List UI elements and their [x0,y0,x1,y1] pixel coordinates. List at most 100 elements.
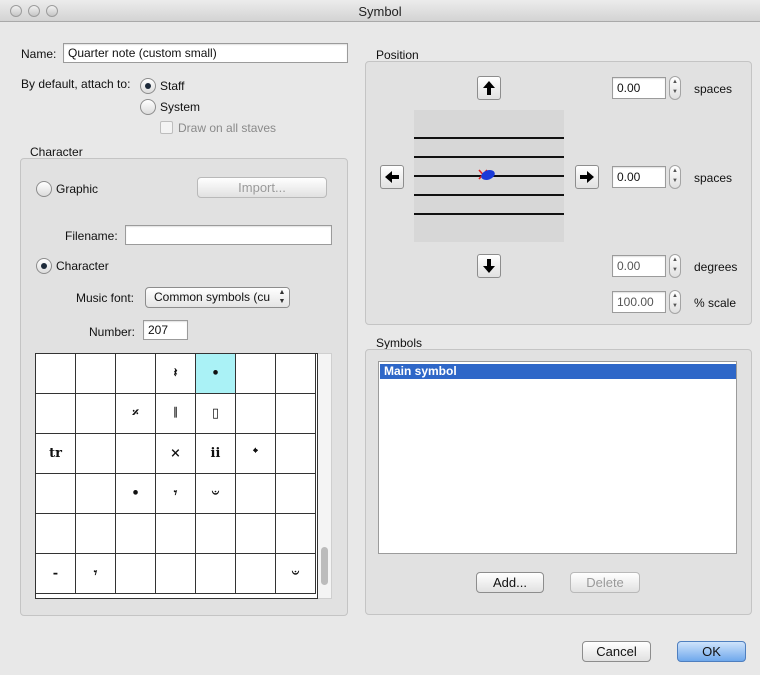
character-grid-cell[interactable]: 𝄁 [156,394,196,434]
character-grid-cell[interactable] [276,434,316,474]
character-grid-cell[interactable] [236,354,276,394]
music-font-select[interactable]: Common symbols (cu ▲ ▼ [145,287,290,308]
position-preview-staff [414,110,564,242]
add-symbol-button[interactable]: Add... [476,572,544,593]
character-grid-cell[interactable] [196,514,236,554]
attach-staff-label[interactable]: Staff [160,79,184,93]
character-grid-cell[interactable]: ▯ [196,394,236,434]
music-font-label: Music font: [76,291,135,305]
attach-to-label: By default, attach to: [21,77,131,91]
character-grid-cell[interactable]: • [116,474,156,514]
character-grid-cell[interactable] [236,394,276,434]
preview-symbol-icon [478,169,495,180]
graphic-label[interactable]: Graphic [56,182,98,196]
character-grid-cell[interactable] [276,354,316,394]
symbols-group-title: Symbols [376,336,423,350]
character-grid-cell[interactable] [276,394,316,434]
rotation-unit: degrees [694,260,738,274]
character-grid-cell[interactable] [76,514,116,554]
down-arrow-icon [483,259,495,273]
attach-staff-radio[interactable] [140,78,156,94]
character-grid-cell[interactable] [76,394,116,434]
character-grid-cell[interactable] [116,354,156,394]
select-arrows-icon: ▲ ▼ [275,288,289,307]
rotation-stepper[interactable]: ▲ ▼ [669,254,681,278]
character-grid-cell[interactable]: × [156,434,196,474]
character-grid-cell[interactable]: • [196,354,236,394]
character-grid-cell[interactable] [36,394,76,434]
left-arrow-icon [385,171,399,183]
import-button[interactable]: Import... [197,177,327,198]
number-label: Number: [89,325,136,339]
x-offset-input[interactable] [612,166,666,188]
move-right-button[interactable] [575,165,599,189]
staff-line [414,156,564,158]
x-offset-unit: spaces [694,171,733,185]
character-radio[interactable] [36,258,52,274]
character-grid-cell[interactable]: 𝄑 [196,474,236,514]
character-grid-cell[interactable] [276,514,316,554]
rotation-input[interactable] [612,255,666,277]
character-grid-cell[interactable] [116,434,156,474]
character-grid-cell[interactable] [36,474,76,514]
list-item[interactable]: Main symbol [380,364,736,379]
character-grid-scrollbar[interactable] [318,353,332,599]
character-grid-cell[interactable]: 𝄑 [276,554,316,594]
character-grid-cell[interactable] [76,434,116,474]
y-offset-input[interactable] [612,77,666,99]
draw-on-all-staves-label: Draw on all staves [178,121,277,135]
move-up-button[interactable] [477,76,501,100]
character-grid-cell[interactable]: 𝄾 [76,554,116,594]
name-label: Name: [21,47,57,61]
title-bar: Symbol [0,0,760,22]
cancel-button[interactable]: Cancel [582,641,651,662]
character-grid[interactable]: 𝄽 • 𝄎 𝄁 ▯ tr × ⅱ 𝄌 • 𝄾 𝄑 - 𝄾 𝄑 [35,353,318,599]
character-grid-cell[interactable] [156,554,196,594]
y-offset-stepper[interactable]: ▲ ▼ [669,76,681,100]
character-grid-cell[interactable]: tr [36,434,76,474]
filename-input[interactable] [125,225,332,245]
character-grid-cell[interactable]: 𝄾 [156,474,196,514]
graphic-radio[interactable] [36,181,52,197]
character-grid-cell[interactable] [36,354,76,394]
move-down-button[interactable] [477,254,501,278]
staff-line [414,194,564,196]
scale-input[interactable] [612,291,666,313]
scale-stepper[interactable]: ▲ ▼ [669,290,681,314]
character-grid-cell[interactable] [116,514,156,554]
character-grid-cell[interactable] [116,554,156,594]
character-grid-cell[interactable] [76,354,116,394]
symbols-list[interactable]: Main symbol [378,361,737,554]
character-grid-cell[interactable]: 𝄌 [236,434,276,474]
ok-button[interactable]: OK [677,641,746,662]
scale-unit: % scale [694,296,737,310]
character-grid-cell[interactable]: ⅱ [196,434,236,474]
right-arrow-icon [580,171,594,183]
attach-system-label[interactable]: System [160,100,200,114]
filename-label: Filename: [65,229,118,243]
number-input[interactable] [143,320,188,340]
draw-on-all-staves-checkbox[interactable] [160,121,173,134]
character-grid-cell[interactable] [236,554,276,594]
staff-line [414,213,564,215]
character-grid-cell[interactable] [236,514,276,554]
character-grid-cell[interactable] [236,474,276,514]
character-grid-cell[interactable]: 𝄽 [156,354,196,394]
character-group-title: Character [30,145,83,159]
character-grid-cell[interactable] [36,514,76,554]
character-grid-cell[interactable] [196,554,236,594]
up-arrow-icon [483,81,495,95]
character-grid-cell[interactable]: 𝄎 [116,394,156,434]
move-left-button[interactable] [380,165,404,189]
name-input[interactable] [63,43,348,63]
x-offset-stepper[interactable]: ▲ ▼ [669,165,681,189]
character-grid-cell[interactable] [276,474,316,514]
character-grid-cell[interactable] [76,474,116,514]
attach-system-radio[interactable] [140,99,156,115]
character-grid-cell[interactable] [156,514,196,554]
character-label[interactable]: Character [56,259,109,273]
music-font-value: Common symbols (cu [154,290,271,304]
scrollbar-thumb[interactable] [321,547,328,585]
delete-symbol-button[interactable]: Delete [570,572,640,593]
character-grid-cell[interactable]: - [36,554,76,594]
